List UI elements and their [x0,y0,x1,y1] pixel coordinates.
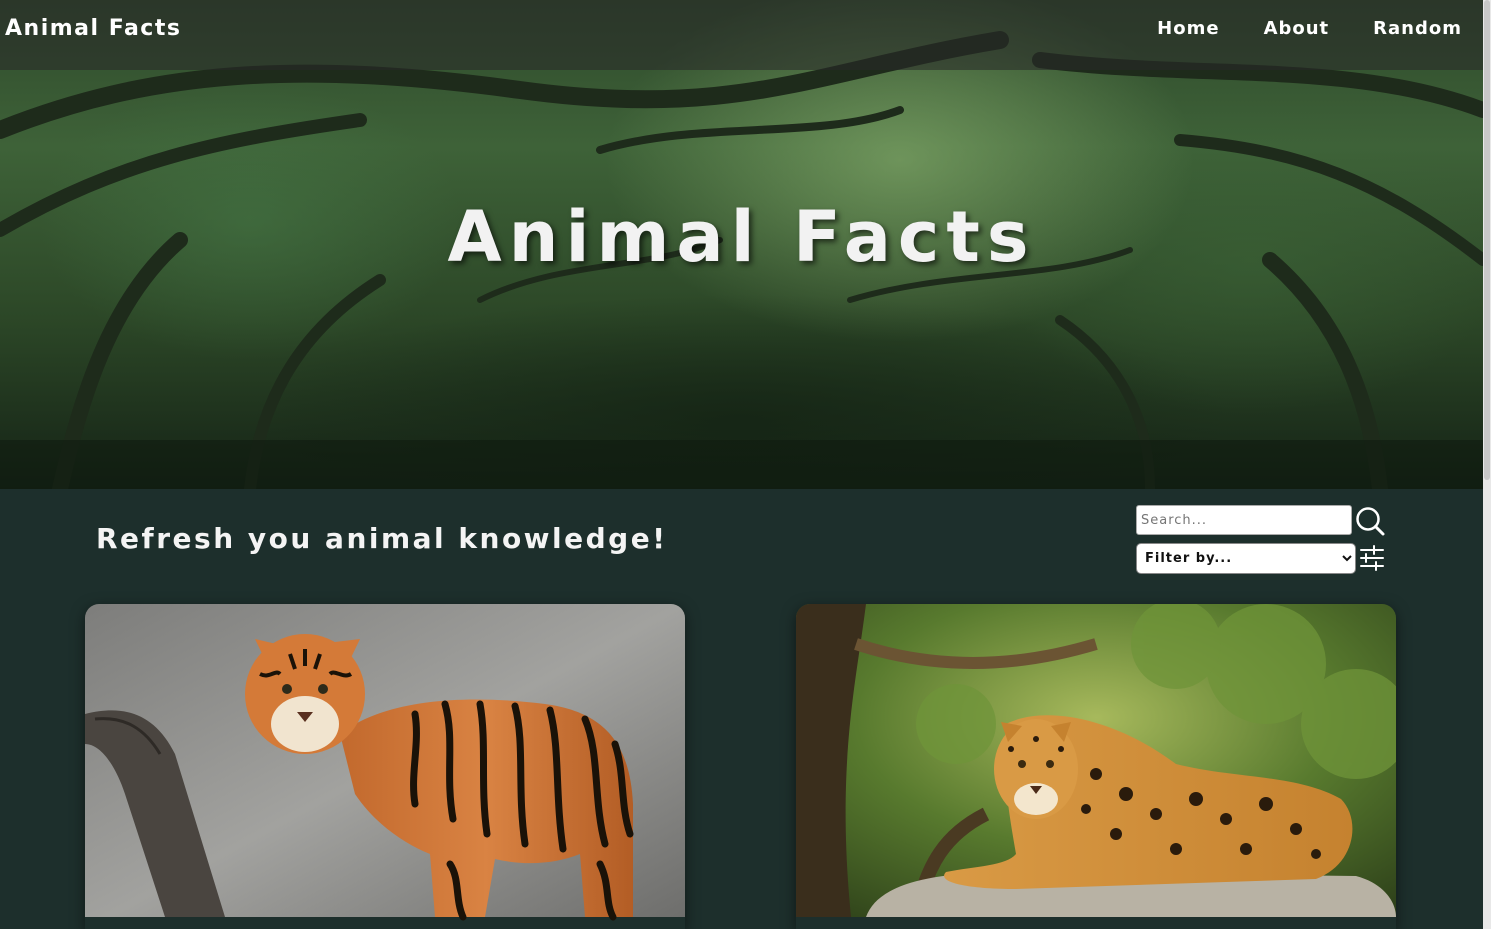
search-input[interactable] [1136,505,1352,535]
nav-link-random[interactable]: Random [1373,18,1462,39]
page-scrollbar[interactable] [1483,0,1491,929]
animal-card-tiger[interactable] [85,604,685,929]
search-icon[interactable] [1354,505,1386,537]
page-tagline: Refresh you animal knowledge! [96,522,668,555]
nav-link-home[interactable]: Home [1157,18,1219,39]
top-navbar: Animal Facts Home About Random [0,0,1483,70]
tiger-photo [85,604,685,929]
filter-sliders-icon[interactable] [1358,544,1386,572]
nav-link-about[interactable]: About [1264,18,1330,39]
nav-links: Home About Random [1157,18,1462,39]
brand-logo-text[interactable]: Animal Facts [5,16,181,41]
hero-title: Animal Facts [447,196,1036,278]
filter-select[interactable]: Filter by... [1136,543,1356,574]
hero-banner: Animal Facts Home About Random Animal Fa… [0,0,1483,489]
animal-card-jaguar[interactable] [796,604,1396,929]
jaguar-photo [796,604,1396,929]
scrollbar-thumb[interactable] [1484,0,1490,480]
